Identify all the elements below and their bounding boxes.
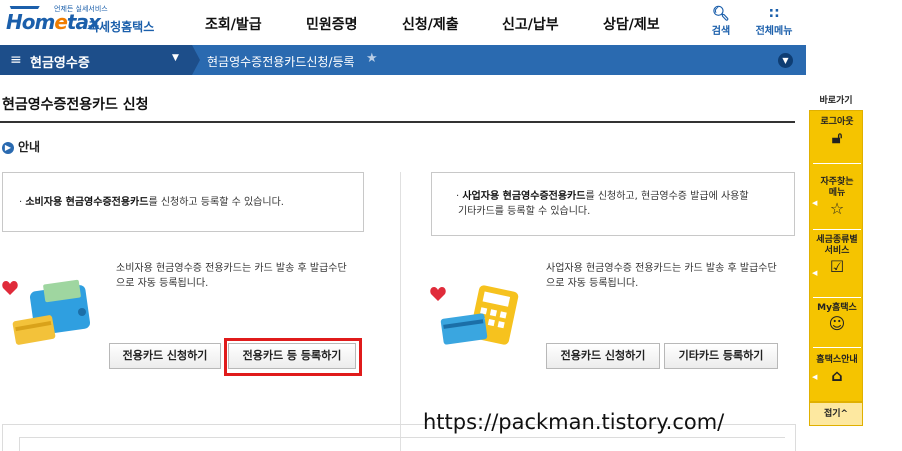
- quick-item-favorites[interactable]: 자주찾는 메뉴 ☆: [810, 177, 864, 219]
- quick-links-title: 바로가기: [819, 96, 853, 106]
- favorite-star-icon[interactable]: ★: [366, 51, 378, 66]
- consumer-info-box: · 소비자용 현금영수증전용카드를 신청하고 등록할 수 있습니다.: [2, 172, 364, 232]
- gnb-consult-report[interactable]: 상담/제보: [603, 14, 660, 34]
- watermark-url: https://packman.tistory.com/: [423, 410, 725, 434]
- quick-item-my-hometax[interactable]: My홈택스 ☺: [810, 303, 864, 334]
- consumer-card-apply-button[interactable]: 전용카드 신청하기: [109, 343, 221, 369]
- location-bar: ≡ 현금영수증 ▼ 현금영수증전용카드신청/등록 ★ ▼: [0, 45, 806, 75]
- gnb-certificates[interactable]: 민원증명: [306, 14, 358, 34]
- all-menu-button[interactable]: ∷ 전체메뉴: [748, 6, 800, 37]
- consumer-card-illustration: [2, 279, 91, 345]
- heart-icon: [430, 287, 446, 301]
- consumer-description: 소비자용 현금영수증 전용카드는 카드 발송 후 발급수단 으로 자동 등록됩니…: [116, 263, 347, 289]
- chevron-down-icon[interactable]: ▼: [778, 53, 793, 68]
- search-icon: 🔍︎: [712, 6, 730, 22]
- logo-korean-name: 국세청홈택스: [88, 20, 155, 34]
- title-underline: [0, 121, 795, 123]
- business-card-illustration: [430, 285, 519, 345]
- unlock-icon: 🔓︎: [831, 128, 843, 147]
- section-heading: ▶ 안내: [2, 138, 40, 155]
- home-icon: ⌂: [831, 366, 843, 385]
- hometax-logo[interactable]: 언제든 실세서비스 Hometax 국세청홈택스: [4, 4, 154, 40]
- checkbox-icon: ☑: [829, 257, 845, 276]
- other-card-register-button[interactable]: 기타카드 등록하기: [664, 343, 778, 369]
- page-title: 현금영수증전용카드 신청: [2, 97, 149, 113]
- business-description: 사업자용 현금영수증 전용카드는 카드 발송 후 발급수단 으로 자동 등록됩니…: [546, 263, 777, 289]
- business-info-box: · 사업자용 현금영수증전용카드를 신청하고, 현금영수증 발급에 사용할 기타…: [431, 172, 795, 236]
- heart-icon: [2, 281, 18, 295]
- hamburger-icon: ≡: [10, 52, 22, 68]
- arrow-circle-icon: ▶: [2, 141, 14, 154]
- dropdown-arrow-icon: ▼: [172, 53, 179, 63]
- site-header: 언제든 실세서비스 Hometax 국세청홈택스 조회/발급 민원증명 신청/제…: [0, 0, 902, 45]
- gnb-inquiry-issue[interactable]: 조회/발급: [205, 14, 262, 34]
- logo-mark: Hometax: [6, 10, 101, 34]
- menu-selector[interactable]: ≡ 현금영수증 ▼: [0, 45, 192, 75]
- search-button[interactable]: 🔍︎ 검색: [696, 6, 746, 37]
- gnb-apply-submit[interactable]: 신청/제출: [402, 14, 459, 34]
- gnb-report-pay[interactable]: 신고/납부: [502, 14, 559, 34]
- column-divider: [400, 172, 401, 451]
- quick-item-hometax-guide[interactable]: 홈택스안내 ⌂: [810, 355, 864, 386]
- quick-item-tax-services[interactable]: 세금종류별 서비스 ☑: [810, 235, 864, 277]
- star-icon: ☆: [829, 199, 845, 218]
- menu-title: 현금영수증: [30, 56, 90, 71]
- fold-button[interactable]: 접기^: [809, 402, 863, 426]
- card-icon: [440, 313, 488, 345]
- highlight-frame: [224, 338, 362, 376]
- quick-item-logout[interactable]: 로그아웃 🔓︎: [810, 117, 864, 148]
- grid-icon: ∷: [769, 6, 779, 22]
- business-card-apply-button[interactable]: 전용카드 신청하기: [546, 343, 660, 369]
- user-icon: ☺: [828, 314, 846, 333]
- breadcrumb[interactable]: 현금영수증전용카드신청/등록: [207, 53, 355, 70]
- quick-links-sidebar: 바로가기 로그아웃 🔓︎ ◀ 자주찾는 메뉴 ☆ ◀ 세금종류별 서비스 ☑ M…: [809, 92, 863, 434]
